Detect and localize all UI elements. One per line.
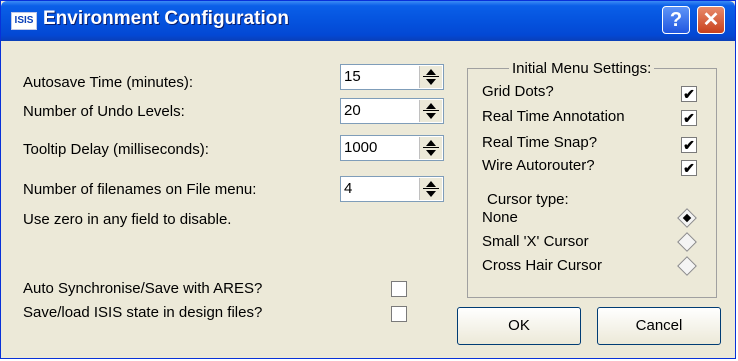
checkmark-icon: ✔ <box>683 86 695 102</box>
real-time-snap-label: Real Time Snap? <box>482 134 598 151</box>
spin-down-arrow-icon[interactable] <box>426 191 436 197</box>
isis-app-icon: ISIS <box>11 12 37 30</box>
spin-divider <box>423 147 439 148</box>
autosave-time-label: Autosave Time (minutes): <box>23 74 194 91</box>
cursor-small-x-label: Small 'X' Cursor <box>482 233 589 250</box>
title-bar[interactable]: ISIS Environment Configuration ? ✕ <box>1 1 735 41</box>
checkmark-icon: ✔ <box>683 160 695 176</box>
grid-dots-checkbox[interactable]: ✔ <box>681 86 697 102</box>
wire-autorouter-checkbox[interactable]: ✔ <box>681 160 697 176</box>
close-button[interactable]: ✕ <box>697 6 725 34</box>
spin-down-arrow-icon[interactable] <box>426 150 436 156</box>
cancel-button[interactable]: Cancel <box>597 307 721 345</box>
checkmark-icon: ✔ <box>683 110 695 126</box>
cursor-type-label: Cursor type: <box>487 191 569 208</box>
spin-divider <box>423 76 439 77</box>
wire-autorouter-label: Wire Autorouter? <box>482 157 595 174</box>
dialog-body: Autosave Time (minutes): Number of Undo … <box>1 41 735 358</box>
real-time-annotation-label: Real Time Annotation <box>482 108 625 125</box>
spin-divider <box>423 110 439 111</box>
dialog-title: Environment Configuration <box>43 8 289 29</box>
spin-divider <box>423 188 439 189</box>
filenames-count-label: Number of filenames on File menu: <box>23 181 257 198</box>
tooltip-delay-input[interactable]: 1000 <box>344 139 377 156</box>
tooltip-delay-label: Tooltip Delay (milliseconds): <box>23 141 209 158</box>
isis-state-checkbox[interactable] <box>391 306 407 322</box>
undo-levels-label: Number of Undo Levels: <box>23 103 185 120</box>
spin-up-arrow-icon[interactable] <box>426 140 436 146</box>
help-button[interactable]: ? <box>662 6 690 34</box>
cursor-cross-hair-label: Cross Hair Cursor <box>482 257 603 274</box>
autosave-time-spinner[interactable] <box>419 66 442 88</box>
ok-button[interactable]: OK <box>457 307 581 345</box>
undo-levels-input[interactable]: 20 <box>344 102 361 119</box>
ares-sync-checkbox[interactable] <box>391 281 407 297</box>
spin-down-arrow-icon[interactable] <box>426 79 436 85</box>
environment-configuration-dialog: ISIS Environment Configuration ? ✕ Autos… <box>0 0 736 359</box>
tooltip-delay-spinner[interactable] <box>419 137 442 159</box>
initial-menu-settings-title: Initial Menu Settings: <box>509 60 655 77</box>
spin-up-arrow-icon[interactable] <box>426 69 436 75</box>
real-time-annotation-checkbox[interactable]: ✔ <box>681 110 697 126</box>
filenames-count-spinner[interactable] <box>419 178 442 200</box>
filenames-count-spinbox[interactable]: 4 <box>340 176 444 202</box>
undo-levels-spinbox[interactable]: 20 <box>340 98 444 124</box>
real-time-snap-checkbox[interactable]: ✔ <box>681 137 697 153</box>
spin-down-arrow-icon[interactable] <box>426 113 436 119</box>
spin-up-arrow-icon[interactable] <box>426 181 436 187</box>
checkmark-icon: ✔ <box>683 137 695 153</box>
autosave-time-spinbox[interactable]: 15 <box>340 64 444 90</box>
filenames-count-input[interactable]: 4 <box>344 180 352 197</box>
tooltip-delay-spinbox[interactable]: 1000 <box>340 135 444 161</box>
ares-sync-label: Auto Synchronise/Save with ARES? <box>23 280 263 297</box>
spin-up-arrow-icon[interactable] <box>426 103 436 109</box>
autosave-time-input[interactable]: 15 <box>344 68 361 85</box>
cursor-none-label: None <box>482 209 518 226</box>
undo-levels-spinner[interactable] <box>419 100 442 122</box>
radio-selected-dot-icon <box>682 213 692 223</box>
grid-dots-label: Grid Dots? <box>482 83 554 100</box>
hint-text: Use zero in any field to disable. <box>23 211 232 228</box>
isis-state-label: Save/load ISIS state in design files? <box>23 304 263 321</box>
